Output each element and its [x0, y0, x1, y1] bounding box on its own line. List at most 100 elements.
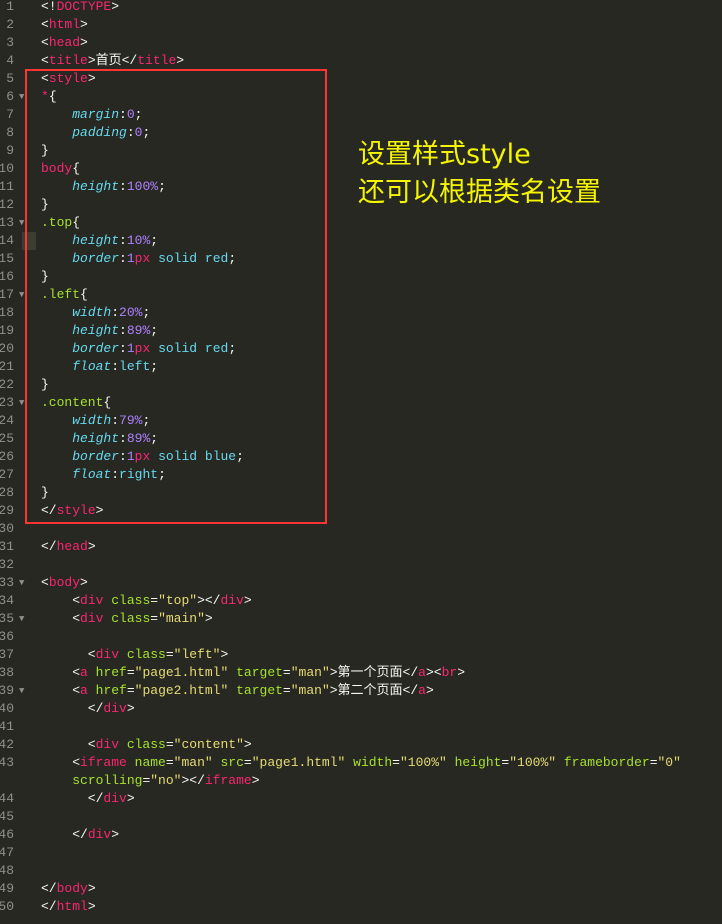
text-token: </: [41, 899, 57, 914]
tag-token: body: [56, 881, 88, 896]
code-line-wrap[interactable]: scrolling="no"></iframe>: [0, 772, 722, 790]
line-number: 29: [0, 503, 14, 518]
code-line[interactable]: 43 <iframe name="man" src="page1.html" w…: [0, 754, 722, 772]
code-line[interactable]: 48: [0, 862, 722, 880]
line-number: 35: [0, 611, 14, 626]
tag-token: div: [95, 737, 120, 752]
attribute-token: class: [111, 611, 151, 626]
line-number: 24: [0, 413, 14, 428]
text-token: >: [251, 773, 260, 788]
code-line[interactable]: 34 <div class="top"></div>: [0, 592, 722, 610]
tag-token: title: [48, 53, 88, 68]
line-number: 19: [0, 323, 14, 338]
tag-token: title: [137, 53, 177, 68]
code-text: <html>: [41, 16, 88, 34]
line-number: 21: [0, 359, 14, 374]
code-line[interactable]: 4 <title>首页</title>: [0, 52, 722, 70]
style-block-highlight-box: [25, 69, 327, 524]
code-text: <body>: [41, 574, 88, 592]
code-line[interactable]: 47: [0, 844, 722, 862]
text-token: >: [220, 647, 229, 662]
code-line[interactable]: 32: [0, 556, 722, 574]
attribute-token: height: [454, 755, 502, 770]
text-token: =: [282, 683, 291, 698]
line-number: 41: [0, 719, 14, 734]
code-text: <div class="content">: [41, 736, 252, 754]
attribute-token: href: [95, 665, 127, 680]
line-number: 22: [0, 377, 14, 392]
line-number: 7: [6, 107, 14, 122]
tag-token: div: [80, 593, 104, 608]
code-line[interactable]: 40 </div>: [0, 700, 722, 718]
tag-token: div: [220, 593, 244, 608]
code-line[interactable]: 46 </div>: [0, 826, 722, 844]
text-token: =: [165, 647, 174, 662]
tag-token: a: [418, 665, 426, 680]
fold-arrow-icon[interactable]: ▼: [19, 610, 24, 628]
string-token: "main": [158, 611, 205, 626]
code-text: scrolling="no"></iframe>: [41, 772, 260, 790]
tag-token: br: [441, 665, 458, 680]
fold-arrow-icon[interactable]: ▼: [19, 286, 24, 304]
line-number: 38: [0, 665, 14, 680]
code-line[interactable]: 35 ▼ <div class="main">: [0, 610, 722, 628]
line-number: 30: [0, 521, 14, 536]
text-token: >: [87, 539, 96, 554]
line-number: 26: [0, 449, 14, 464]
line-number: 13: [0, 215, 14, 230]
fold-arrow-icon[interactable]: ▼: [19, 574, 24, 592]
line-number: 1: [6, 0, 14, 14]
tag-token: iframe: [204, 773, 252, 788]
code-line[interactable]: 38 <a href="page1.html" target="man">第一个…: [0, 664, 722, 682]
attribute-token: href: [95, 683, 127, 698]
code-text: <div class="top"></div>: [41, 592, 252, 610]
code-line[interactable]: 49 </body>: [0, 880, 722, 898]
text-token: >第一个页面</: [329, 665, 419, 680]
code-line[interactable]: 33 ▼ <body>: [0, 574, 722, 592]
code-line[interactable]: 50 </html>: [0, 898, 722, 916]
tag-token: head: [48, 35, 81, 50]
code-line[interactable]: 45: [0, 808, 722, 826]
text-token: >: [80, 35, 88, 50]
code-line[interactable]: 31 </head>: [0, 538, 722, 556]
text-token: >: [126, 791, 135, 806]
tag-token: div: [87, 827, 112, 842]
code-line[interactable]: 3 <head>: [0, 34, 722, 52]
line-number: 25: [0, 431, 14, 446]
code-line[interactable]: 1 <!DOCTYPE>: [0, 0, 722, 16]
tag-token: a: [80, 665, 88, 680]
fold-arrow-icon[interactable]: ▼: [19, 214, 24, 232]
fold-arrow-icon[interactable]: ▼: [19, 88, 24, 106]
text-token: >: [126, 701, 135, 716]
code-text: </head>: [41, 538, 96, 556]
text-token: =: [282, 665, 291, 680]
fold-arrow-icon[interactable]: ▼: [19, 682, 24, 700]
code-line[interactable]: 37 <div class="left">: [0, 646, 722, 664]
line-number: 44: [0, 791, 14, 806]
text-token: ></: [197, 593, 221, 608]
code-line[interactable]: 42 <div class="content">: [0, 736, 722, 754]
line-number: 33: [0, 575, 14, 590]
text-token: =: [649, 755, 658, 770]
code-line[interactable]: 36: [0, 628, 722, 646]
code-line[interactable]: 41: [0, 718, 722, 736]
code-text: <a href="page1.html" target="man">第一个页面<…: [41, 664, 465, 682]
code-line[interactable]: 2 <html>: [0, 16, 722, 34]
string-token: "0": [657, 755, 681, 770]
string-token: "left": [173, 647, 221, 662]
code-line[interactable]: 39 ▼ <a href="page2.html" target="man">第二…: [0, 682, 722, 700]
string-token: "100%": [399, 755, 447, 770]
attribute-token: target: [236, 683, 283, 698]
attribute-token: class: [126, 647, 166, 662]
string-token: "page1.html": [134, 665, 229, 680]
fold-arrow-icon[interactable]: ▼: [19, 394, 24, 412]
tag-token: div: [95, 647, 120, 662]
code-line[interactable]: 44 </div>: [0, 790, 722, 808]
text-token: <: [41, 647, 96, 662]
